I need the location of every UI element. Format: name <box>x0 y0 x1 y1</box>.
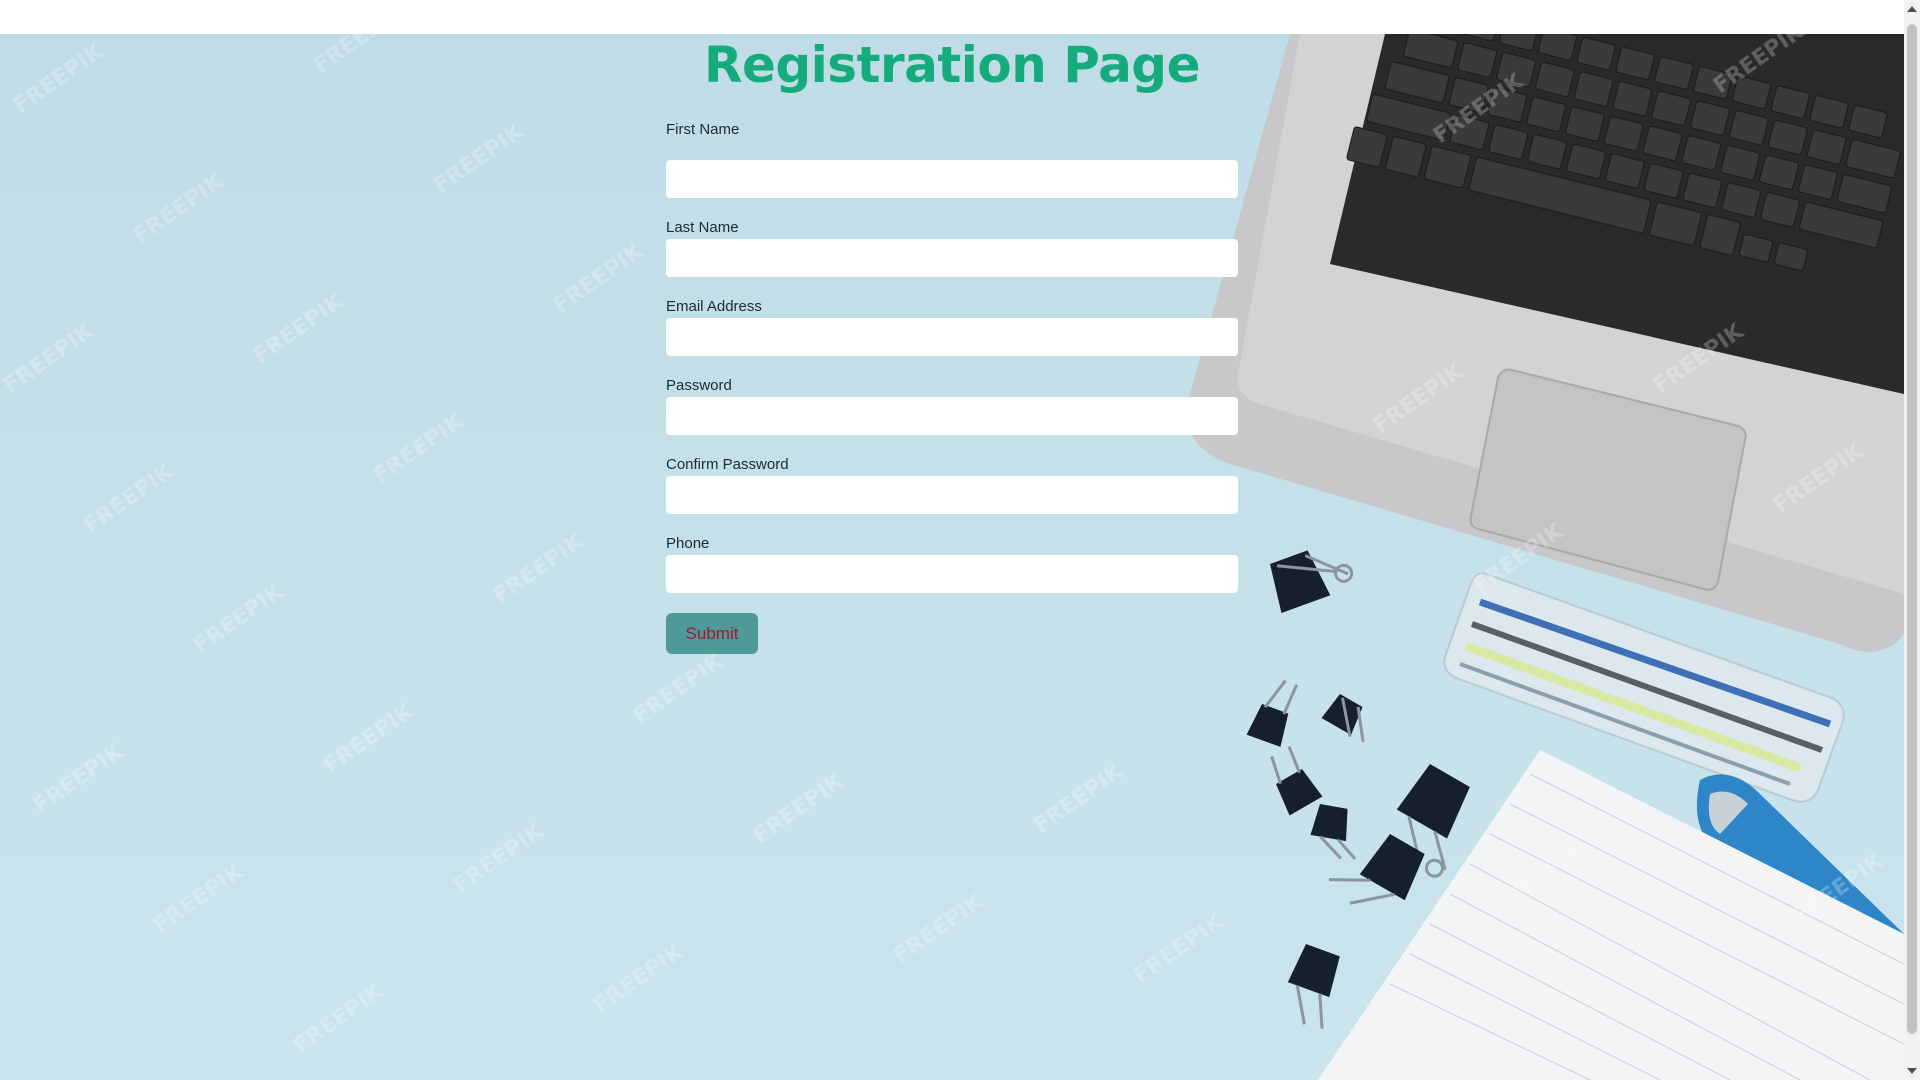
email-input[interactable] <box>666 318 1238 356</box>
phone-label: Phone <box>666 535 710 552</box>
top-bar <box>0 0 1904 34</box>
scroll-up-icon[interactable] <box>1907 6 1917 12</box>
svg-text:FREEPIK: FREEPIK <box>149 859 249 939</box>
svg-text:FREEPIK: FREEPIK <box>0 319 99 399</box>
svg-text:FREEPIK: FREEPIK <box>79 459 179 539</box>
svg-text:FREEPIK: FREEPIK <box>1029 759 1129 839</box>
svg-text:FREEPIK: FREEPIK <box>9 39 109 119</box>
first-name-input[interactable] <box>666 160 1238 198</box>
confirm-password-group: Confirm Password <box>666 435 1238 514</box>
svg-text:FREEPIK: FREEPIK <box>189 579 289 659</box>
svg-text:FREEPIK: FREEPIK <box>629 649 729 729</box>
svg-text:FREEPIK: FREEPIK <box>589 939 689 1019</box>
svg-text:FREEPIK: FREEPIK <box>1129 909 1229 989</box>
svg-text:FREEPIK: FREEPIK <box>29 739 129 819</box>
svg-text:FREEPIK: FREEPIK <box>249 289 349 369</box>
submit-button[interactable]: Submit <box>666 613 758 654</box>
last-name-group: Last Name <box>666 198 1238 277</box>
vertical-scrollbar[interactable] <box>1904 0 1920 1080</box>
svg-text:FREEPIK: FREEPIK <box>309 34 409 79</box>
svg-text:FREEPIK: FREEPIK <box>749 769 849 849</box>
scrollbar-thumb[interactable] <box>1907 24 1917 1034</box>
first-name-group: First Name <box>666 120 1238 198</box>
svg-text:FREEPIK: FREEPIK <box>549 239 649 319</box>
last-name-input[interactable] <box>666 239 1238 277</box>
first-name-label: First Name <box>666 121 740 138</box>
svg-text:FREEPIK: FREEPIK <box>369 409 469 489</box>
confirm-password-label: Confirm Password <box>666 456 789 473</box>
email-group: Email Address <box>666 277 1238 356</box>
phone-group: Phone <box>666 514 1238 593</box>
last-name-label: Last Name <box>666 219 739 236</box>
password-input[interactable] <box>666 397 1238 435</box>
svg-text:FREEPIK: FREEPIK <box>289 979 389 1059</box>
svg-text:FREEPIK: FREEPIK <box>489 529 589 609</box>
svg-text:FREEPIK: FREEPIK <box>129 169 229 249</box>
phone-input[interactable] <box>666 555 1238 593</box>
page-title: Registration Page <box>703 36 1201 94</box>
scroll-down-icon[interactable] <box>1907 1068 1917 1074</box>
email-label: Email Address <box>666 298 762 315</box>
password-group: Password <box>666 356 1238 435</box>
svg-text:FREEPIK: FREEPIK <box>429 119 529 199</box>
svg-text:FREEPIK: FREEPIK <box>889 889 989 969</box>
registration-form: Registration Page First Name Last Name E… <box>666 34 1238 654</box>
confirm-password-input[interactable] <box>666 476 1238 514</box>
svg-text:FREEPIK: FREEPIK <box>449 819 549 899</box>
svg-text:FREEPIK: FREEPIK <box>319 699 419 779</box>
password-label: Password <box>666 377 732 394</box>
